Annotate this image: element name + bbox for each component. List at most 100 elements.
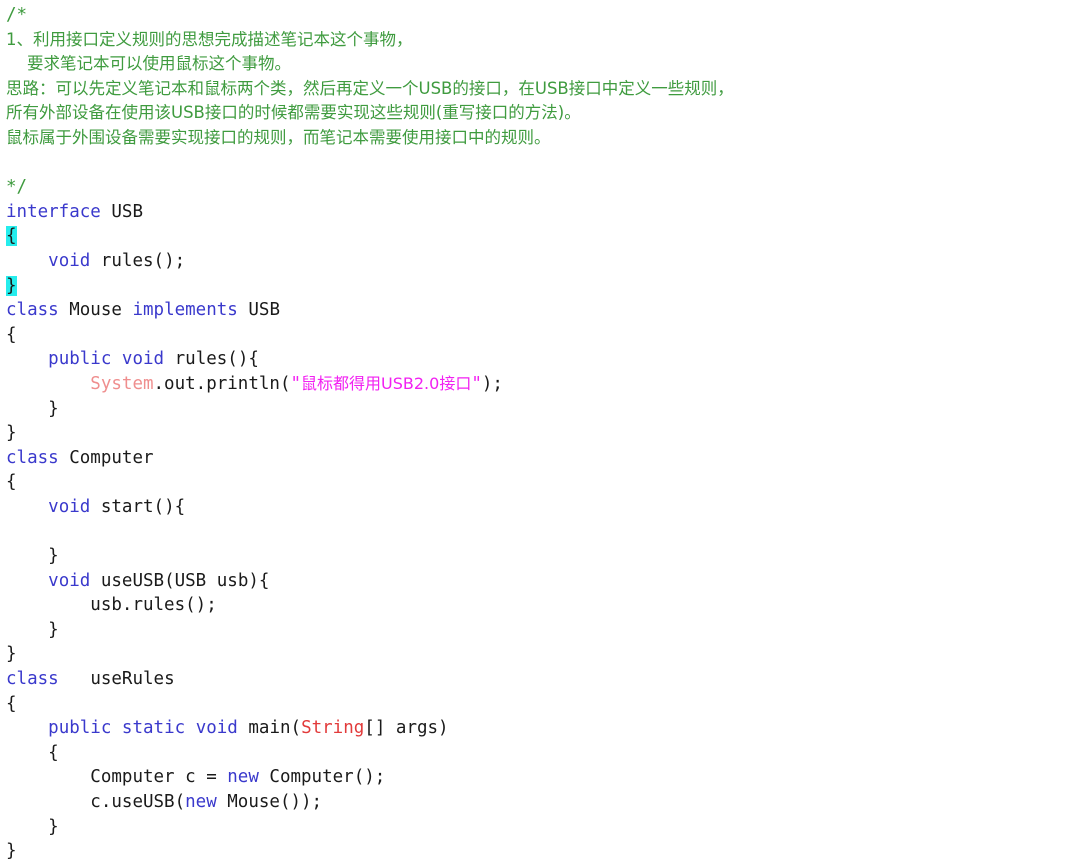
code-line-interface-usb: interface USB bbox=[6, 200, 1074, 225]
code-line-comment-2: 要求笔记本可以使用鼠标这个事物。 bbox=[6, 52, 1074, 77]
keyword-void: void bbox=[48, 570, 91, 591]
keyword-class: class bbox=[6, 669, 59, 690]
implemented-interface-usb: USB bbox=[248, 300, 280, 321]
code-line-userules-close-brace: } bbox=[6, 839, 1074, 864]
keyword-implements: implements bbox=[132, 300, 238, 321]
open-brace: { bbox=[48, 742, 59, 763]
keyword-void: void bbox=[195, 718, 238, 739]
code-line-comment-1: 1、利用接口定义规则的思想完成描述笔记本这个事物， bbox=[6, 28, 1074, 53]
code-line-new-computer: Computer c = new Computer(); bbox=[6, 765, 1074, 790]
comment-open-token: /* bbox=[6, 5, 28, 25]
string-literal-text: 鼠标都得用USB2.0接口 bbox=[301, 373, 472, 393]
keyword-new: new bbox=[185, 792, 217, 812]
statement-usb-rules: usb.rules(); bbox=[90, 595, 217, 616]
keyword-void: void bbox=[48, 496, 91, 517]
string-quote-open: " bbox=[290, 373, 302, 394]
code-line-computer-useusb-signature: void useUSB(USB usb){ bbox=[6, 569, 1074, 594]
open-brace: { bbox=[6, 693, 17, 714]
code-line-useusb-close: } bbox=[6, 618, 1074, 643]
code-line-computer-close-brace: } bbox=[6, 642, 1074, 667]
code-line-main-open-brace: { bbox=[6, 741, 1074, 766]
keyword-class: class bbox=[6, 447, 59, 468]
keyword-void: void bbox=[121, 349, 165, 370]
println-call: .out.println( bbox=[153, 373, 291, 394]
constructor-computer: Computer(); bbox=[258, 767, 386, 788]
code-line-comment-open: /* bbox=[6, 3, 1074, 28]
code-line-comment-4: 所有外部设备在使用该USB接口的时候都需要实现这些规则(重写接口的方法)。 bbox=[6, 101, 1074, 126]
code-line-class-userules: class useRules bbox=[6, 667, 1074, 692]
open-brace: { bbox=[6, 324, 17, 345]
declaration-computer: Computer c = bbox=[90, 767, 228, 788]
code-line-main-close-brace: } bbox=[6, 815, 1074, 840]
code-line-interface-open-brace: { bbox=[6, 224, 1074, 249]
close-brace: } bbox=[48, 398, 59, 419]
comment-text-5: 鼠标属于外围设备需要实现接口的规则，而笔记本需要使用接口中的规则。 bbox=[6, 127, 551, 147]
keyword-static: static bbox=[121, 718, 186, 739]
code-line-userules-open-brace: { bbox=[6, 692, 1074, 717]
method-signature-rules: rules(); bbox=[100, 250, 186, 271]
code-line-useusb-body: usb.rules(); bbox=[6, 593, 1074, 618]
comment-close-token: */ bbox=[6, 177, 28, 198]
keyword-class: class bbox=[6, 300, 59, 321]
code-line-mouse-rules-close: } bbox=[6, 397, 1074, 422]
close-brace: } bbox=[6, 423, 17, 444]
close-brace: } bbox=[48, 619, 59, 640]
statement-tail: ); bbox=[481, 373, 503, 394]
code-line-main-signature: public static void main(String[] args) bbox=[6, 716, 1074, 741]
code-line-computer-open-brace: { bbox=[6, 470, 1074, 495]
string-quote-close: " bbox=[471, 373, 482, 394]
code-line-computer-start-signature: void start(){ bbox=[6, 495, 1074, 520]
highlighted-close-brace[interactable]: } bbox=[6, 275, 17, 296]
code-line-interface-method-rules: void rules(); bbox=[6, 249, 1074, 274]
comment-text-3: 思路：可以先定义笔记本和鼠标两个类，然后再定义一个USB的接口，在USB接口中定… bbox=[6, 78, 734, 98]
comment-text-1: 1、利用接口定义规则的思想完成描述笔记本这个事物， bbox=[6, 29, 413, 49]
method-name-main: main( bbox=[248, 718, 302, 739]
interface-name-usb: USB bbox=[111, 201, 143, 222]
close-brace: } bbox=[48, 816, 59, 837]
constructor-mouse: Mouse()); bbox=[216, 792, 323, 812]
highlighted-open-brace[interactable]: { bbox=[6, 226, 17, 247]
extra-spacer bbox=[69, 669, 90, 689]
code-line-comment-3: 思路：可以先定义笔记本和鼠标两个类，然后再定义一个USB的接口，在USB接口中定… bbox=[6, 77, 1074, 102]
class-name-userules: useRules bbox=[90, 669, 175, 690]
code-line-comment-close: */ bbox=[6, 175, 1074, 200]
code-line-useusb-call: c.useUSB(new Mouse()); bbox=[6, 790, 1074, 815]
keyword-interface: interface bbox=[6, 201, 101, 222]
class-ref-system: System bbox=[90, 373, 154, 394]
keyword-public: public bbox=[48, 349, 112, 370]
type-string: String bbox=[301, 718, 365, 739]
comment-text-4: 所有外部设备在使用该USB接口的时候都需要实现这些规则(重写接口的方法)。 bbox=[6, 103, 581, 123]
method-signature-rules: rules(){ bbox=[174, 349, 259, 370]
keyword-void: void bbox=[48, 250, 91, 271]
code-line-class-computer: class Computer bbox=[6, 446, 1074, 471]
code-editor-surface[interactable]: /* 1、利用接口定义规则的思想完成描述笔记本这个事物， 要求笔记本可以使用鼠标… bbox=[0, 0, 1074, 861]
keyword-new: new bbox=[227, 767, 259, 788]
close-brace: } bbox=[48, 546, 59, 567]
code-line-interface-close-brace: } bbox=[6, 274, 1074, 299]
keyword-public: public bbox=[48, 718, 112, 739]
code-line-computer-start-close: } bbox=[6, 544, 1074, 569]
